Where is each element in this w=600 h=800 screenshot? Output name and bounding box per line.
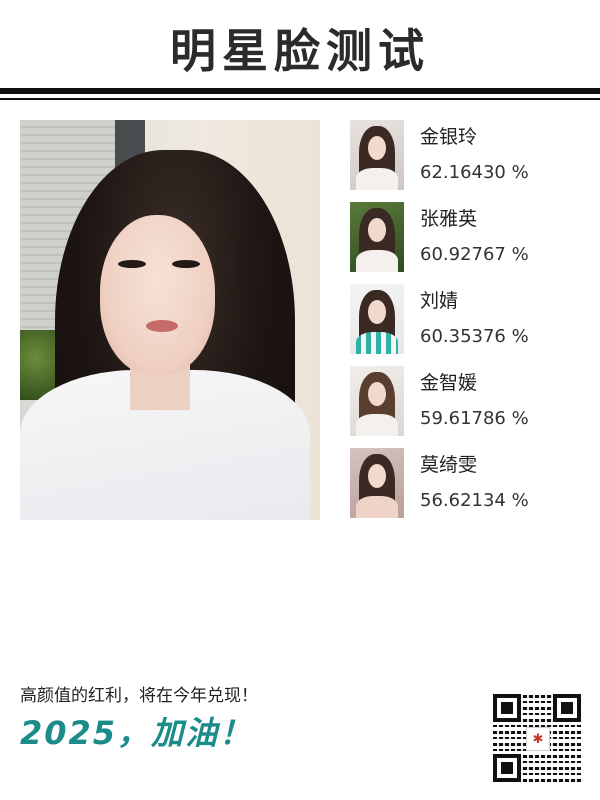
qr-logo-icon: ✱ bbox=[526, 727, 550, 751]
match-thumbnail bbox=[350, 284, 404, 354]
match-thumbnail bbox=[350, 120, 404, 190]
lips bbox=[146, 320, 178, 332]
match-item[interactable]: 金银玲 62.16430 % bbox=[350, 120, 580, 190]
match-thumbnail bbox=[350, 448, 404, 518]
qr-code-icon[interactable]: ✱ bbox=[493, 694, 581, 782]
match-score: 60.92767 % bbox=[420, 244, 529, 265]
match-name: 张雅英 bbox=[420, 208, 478, 230]
qr-finder bbox=[493, 754, 521, 782]
qr-finder bbox=[553, 694, 581, 722]
match-name: 金智媛 bbox=[420, 372, 478, 394]
qr-finder bbox=[493, 694, 521, 722]
page-title: 明星脸测试 bbox=[170, 24, 430, 78]
match-thumbnail bbox=[350, 202, 404, 272]
match-item[interactable]: 莫绮雯 56.62134 % bbox=[350, 448, 580, 518]
match-score: 60.35376 % bbox=[420, 326, 529, 347]
header-divider-thin bbox=[0, 98, 600, 100]
left-eye bbox=[118, 260, 146, 268]
match-name: 莫绮雯 bbox=[420, 454, 478, 476]
match-item[interactable]: 金智媛 59.61786 % bbox=[350, 366, 580, 436]
match-item[interactable]: 刘婧 60.35376 % bbox=[350, 284, 580, 354]
right-eye bbox=[172, 260, 200, 268]
match-name: 刘婧 bbox=[420, 290, 459, 312]
slogan: 2025，加油！ bbox=[20, 714, 254, 752]
match-name: 金银玲 bbox=[420, 126, 478, 148]
match-item[interactable]: 张雅英 60.92767 % bbox=[350, 202, 580, 272]
match-thumbnail bbox=[350, 366, 404, 436]
match-score: 62.16430 % bbox=[420, 162, 529, 183]
header-divider-thick bbox=[0, 88, 600, 94]
match-score: 56.62134 % bbox=[420, 490, 529, 511]
match-score: 59.61786 % bbox=[420, 408, 529, 429]
face bbox=[100, 215, 215, 375]
user-photo bbox=[20, 120, 320, 520]
tagline: 高颜值的红利，将在今年兑现！ bbox=[20, 686, 258, 706]
